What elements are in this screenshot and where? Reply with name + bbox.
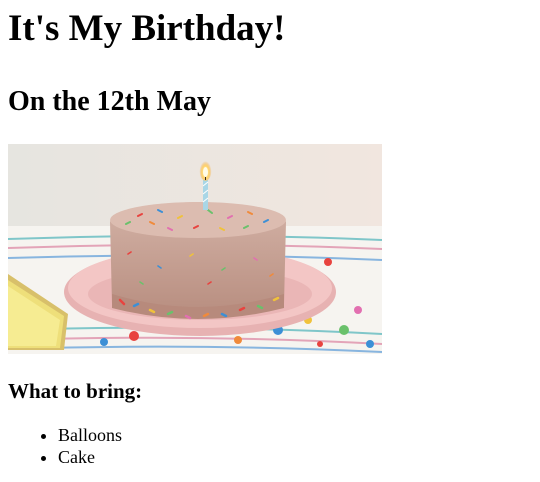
section-heading: What to bring: <box>8 379 143 403</box>
bring-list: Balloons Cake <box>8 424 532 468</box>
page-content: It's My Birthday! On the 12th May What t… <box>0 8 540 468</box>
birthday-cake-image <box>8 144 382 354</box>
page-subtitle: On the 12th May <box>8 86 211 117</box>
list-item: Cake <box>58 446 532 468</box>
page-title: It's My Birthday! <box>8 8 286 49</box>
list-item: Balloons <box>58 424 532 446</box>
